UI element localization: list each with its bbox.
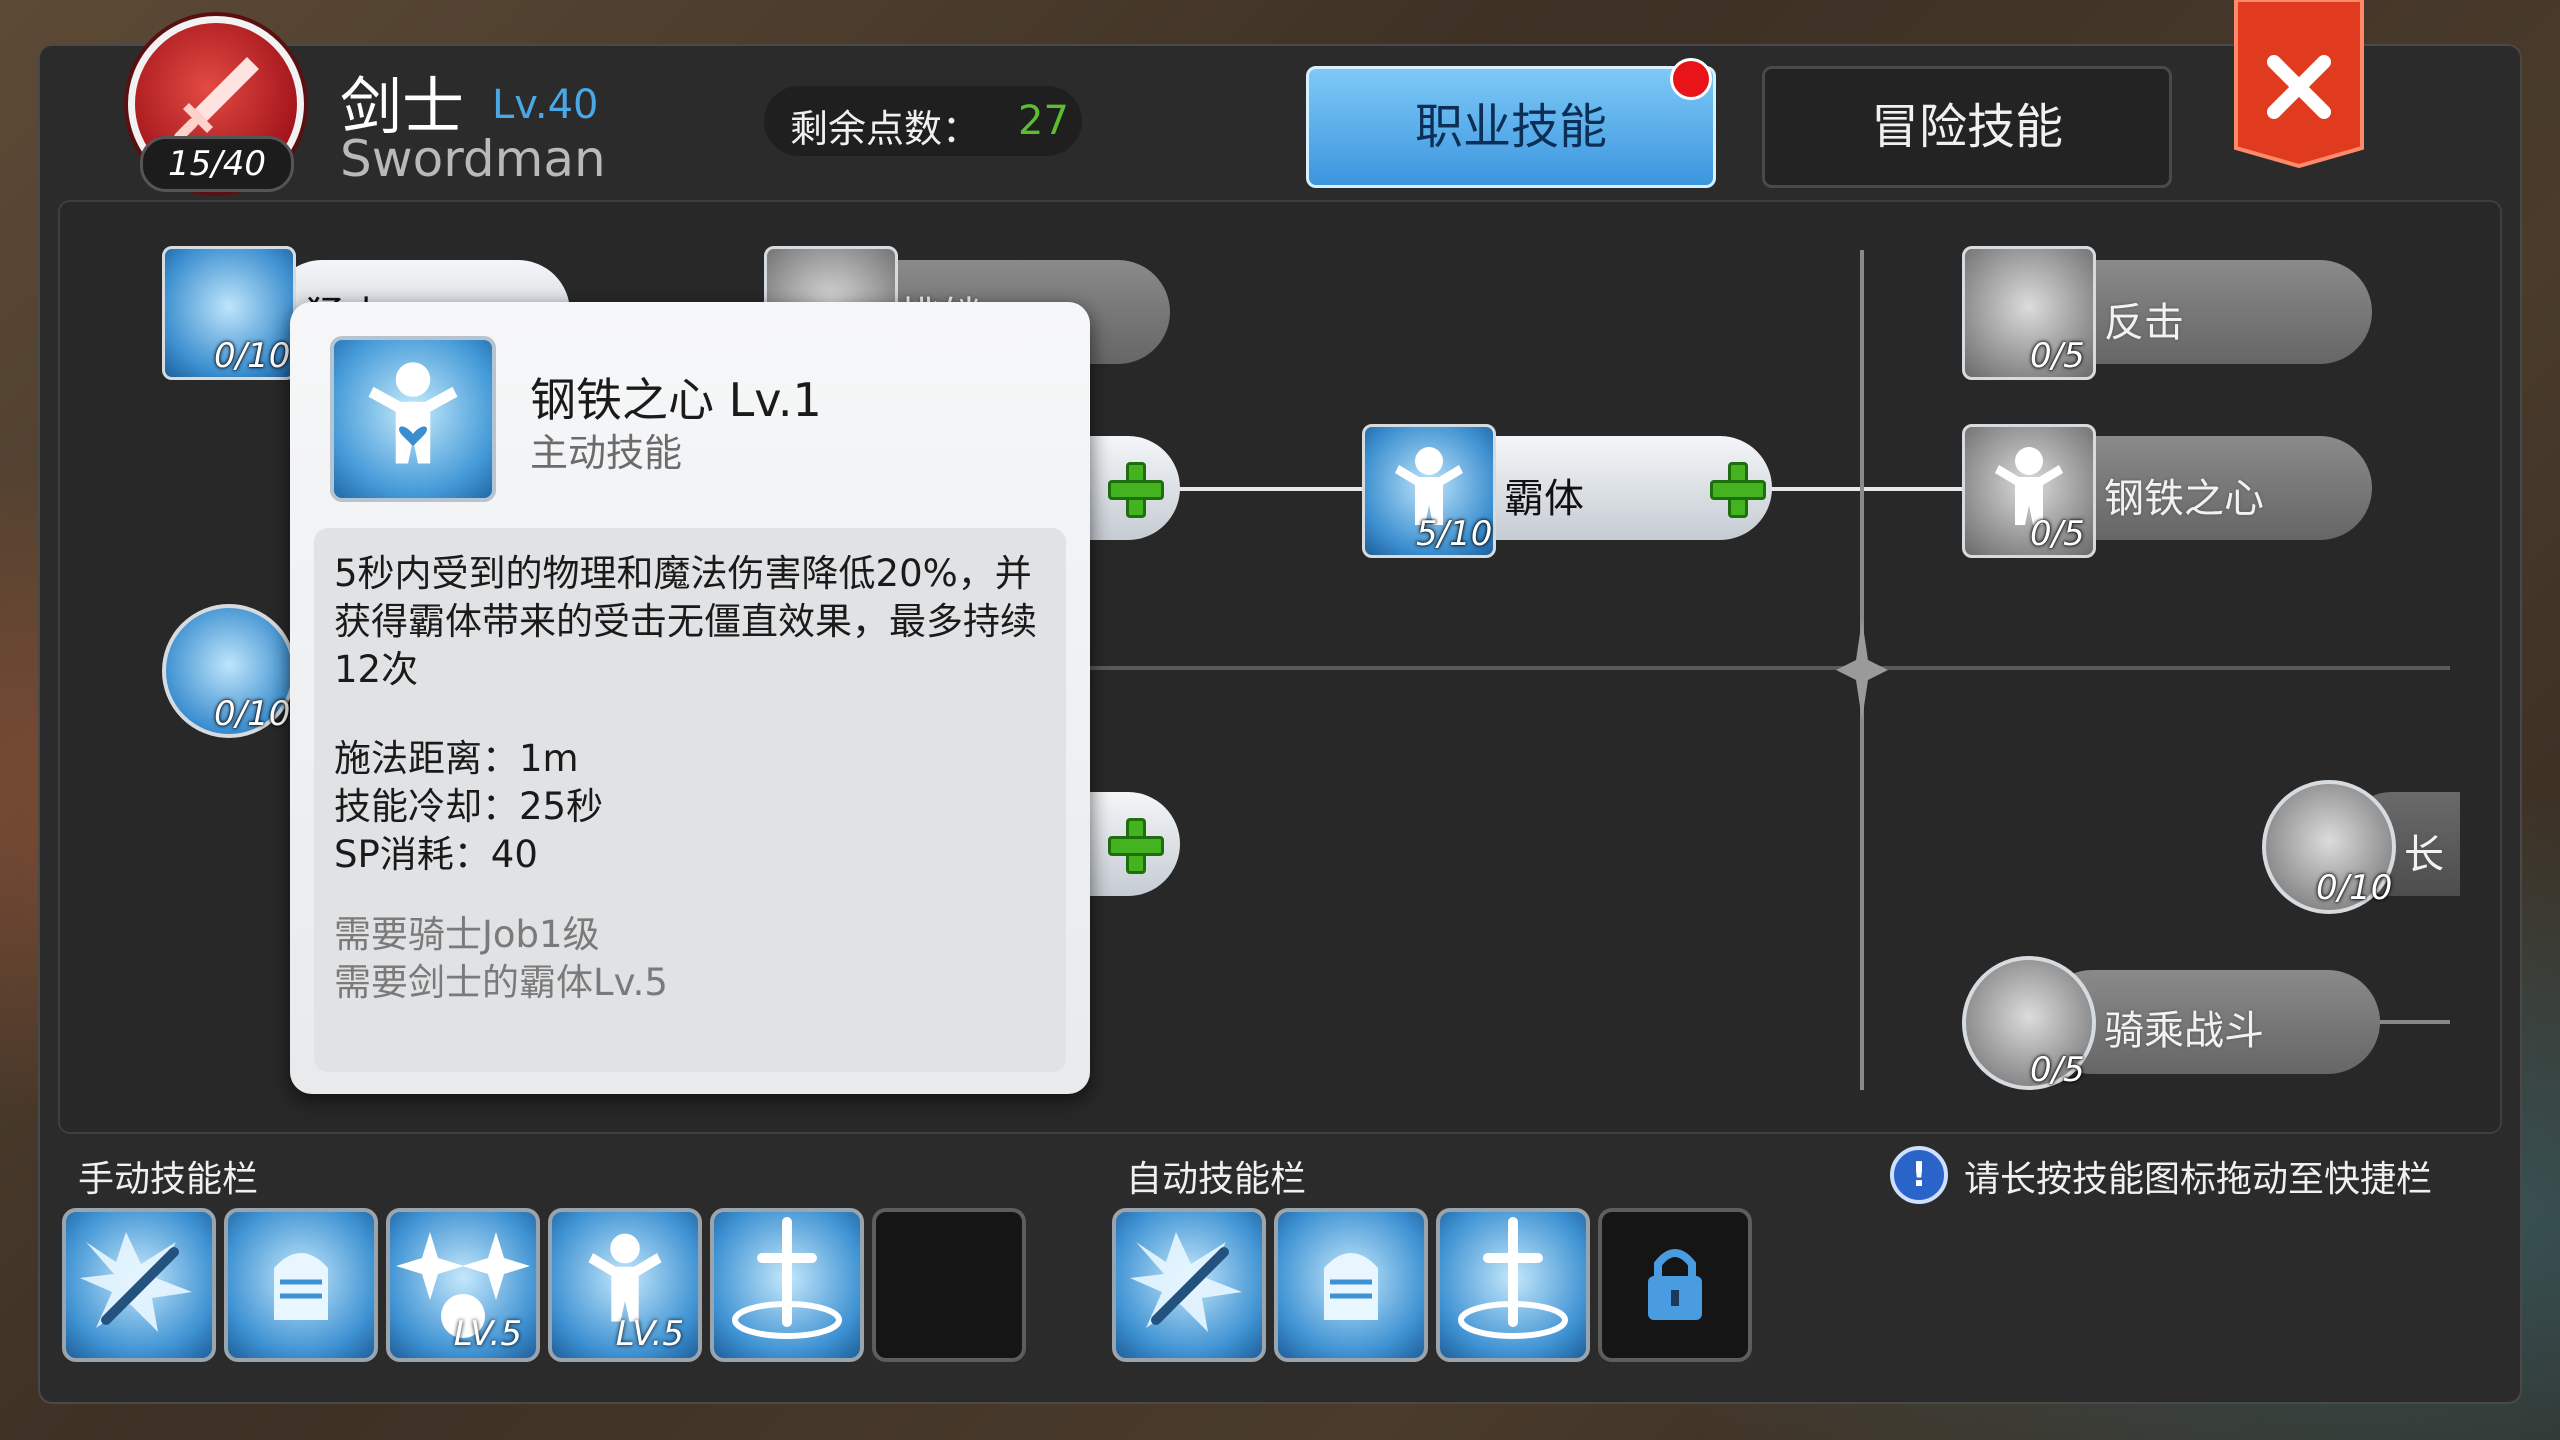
- connector-line: [1160, 487, 1380, 491]
- skill-label: 霸体: [1504, 476, 1584, 522]
- skill-label: 反击: [2104, 300, 2184, 346]
- fist-icon: [274, 1253, 328, 1320]
- sword-aura-icon: [732, 1217, 842, 1339]
- connector-line: [1090, 666, 2450, 670]
- tooltip-skill-name: 钢铁之心 Lv.1: [530, 373, 822, 427]
- manual-slot-5[interactable]: [710, 1208, 864, 1362]
- manual-slot-2[interactable]: [224, 1208, 378, 1362]
- auto-bar-label: 自动技能栏: [1126, 1159, 1307, 1200]
- tooltip-requirement: 需要剑士的霸体Lv.5: [334, 961, 668, 1004]
- connector-line: [1760, 487, 1970, 491]
- manual-slot-4[interactable]: LV.5: [548, 1208, 702, 1362]
- class-skill-points: 15/40: [140, 136, 294, 192]
- skill-count: 0/5: [2030, 1050, 2085, 1090]
- tooltip-skill-icon: [330, 336, 496, 502]
- add-point-button[interactable]: [1108, 818, 1164, 874]
- lock-icon: [1648, 1249, 1702, 1320]
- tab-job-skills[interactable]: 职业技能: [1306, 66, 1716, 188]
- skill-label: 钢铁之心: [2104, 476, 2264, 522]
- skill-count: 0/5: [2030, 514, 2085, 554]
- skill-label: 骑乘战斗: [2104, 1008, 2264, 1054]
- remaining-points-label: 剩余点数：: [790, 107, 981, 151]
- iron-heart-icon: [368, 362, 458, 464]
- auto-slot-3[interactable]: [1436, 1208, 1590, 1362]
- class-level: Lv.40: [492, 82, 599, 128]
- slot-level: LV.5: [453, 1314, 522, 1354]
- skill-count: 0/10: [214, 694, 291, 734]
- manual-slot-6[interactable]: [872, 1208, 1026, 1362]
- slot-level: LV.5: [615, 1314, 684, 1354]
- remaining-points-value: 27: [1018, 98, 1069, 144]
- tab-adventure-skills[interactable]: 冒险技能: [1762, 66, 2172, 188]
- class-name-english: Swordman: [340, 130, 606, 188]
- sword-icon: [174, 57, 259, 142]
- sword-aura-icon: [1458, 1217, 1568, 1339]
- add-point-button[interactable]: [1108, 462, 1164, 518]
- skill-tooltip: 钢铁之心 Lv.1 主动技能 5秒内受到的物理和魔法伤害降低20%，并获得霸体带…: [290, 302, 1090, 1094]
- tooltip-range: 施法距离：1m: [334, 737, 579, 780]
- skill-count: 0/10: [214, 336, 291, 376]
- skill-count: 0/10: [2316, 868, 2393, 908]
- close-button[interactable]: [2232, 0, 2366, 169]
- divider-ornament-icon: [1836, 620, 1888, 720]
- bash-icon: [1130, 1232, 1242, 1332]
- info-icon: !: [1890, 1146, 1948, 1204]
- skill-count: 5/10: [1416, 514, 1493, 554]
- manual-slot-3[interactable]: LV.5: [386, 1208, 540, 1362]
- tooltip-description: 5秒内受到的物理和魔法伤害降低20%，并获得霸体带来的受击无僵直效果，最多持续1…: [334, 552, 1037, 691]
- bash-icon: [80, 1232, 192, 1332]
- tooltip-skill-type: 主动技能: [530, 431, 683, 475]
- auto-slot-locked[interactable]: [1598, 1208, 1752, 1362]
- hint-text: 请长按技能图标拖动至快捷栏: [1964, 1159, 2433, 1200]
- auto-slot-2[interactable]: [1274, 1208, 1428, 1362]
- tooltip-sp-cost: SP消耗：40: [334, 833, 538, 876]
- skill-label: 长: [2404, 832, 2444, 878]
- manual-slot-1[interactable]: [62, 1208, 216, 1362]
- close-icon: [2234, 0, 2364, 169]
- tooltip-cooldown: 技能冷却：25秒: [334, 785, 604, 828]
- add-point-button[interactable]: [1710, 462, 1766, 518]
- fist-icon: [1324, 1253, 1378, 1320]
- notification-dot: [1670, 58, 1712, 100]
- skill-count: 0/5: [2030, 336, 2085, 376]
- auto-slot-1[interactable]: [1112, 1208, 1266, 1362]
- manual-bar-label: 手动技能栏: [78, 1159, 259, 1200]
- connector-line: [2370, 1020, 2450, 1024]
- tooltip-requirement: 需要骑士Job1级: [334, 913, 600, 956]
